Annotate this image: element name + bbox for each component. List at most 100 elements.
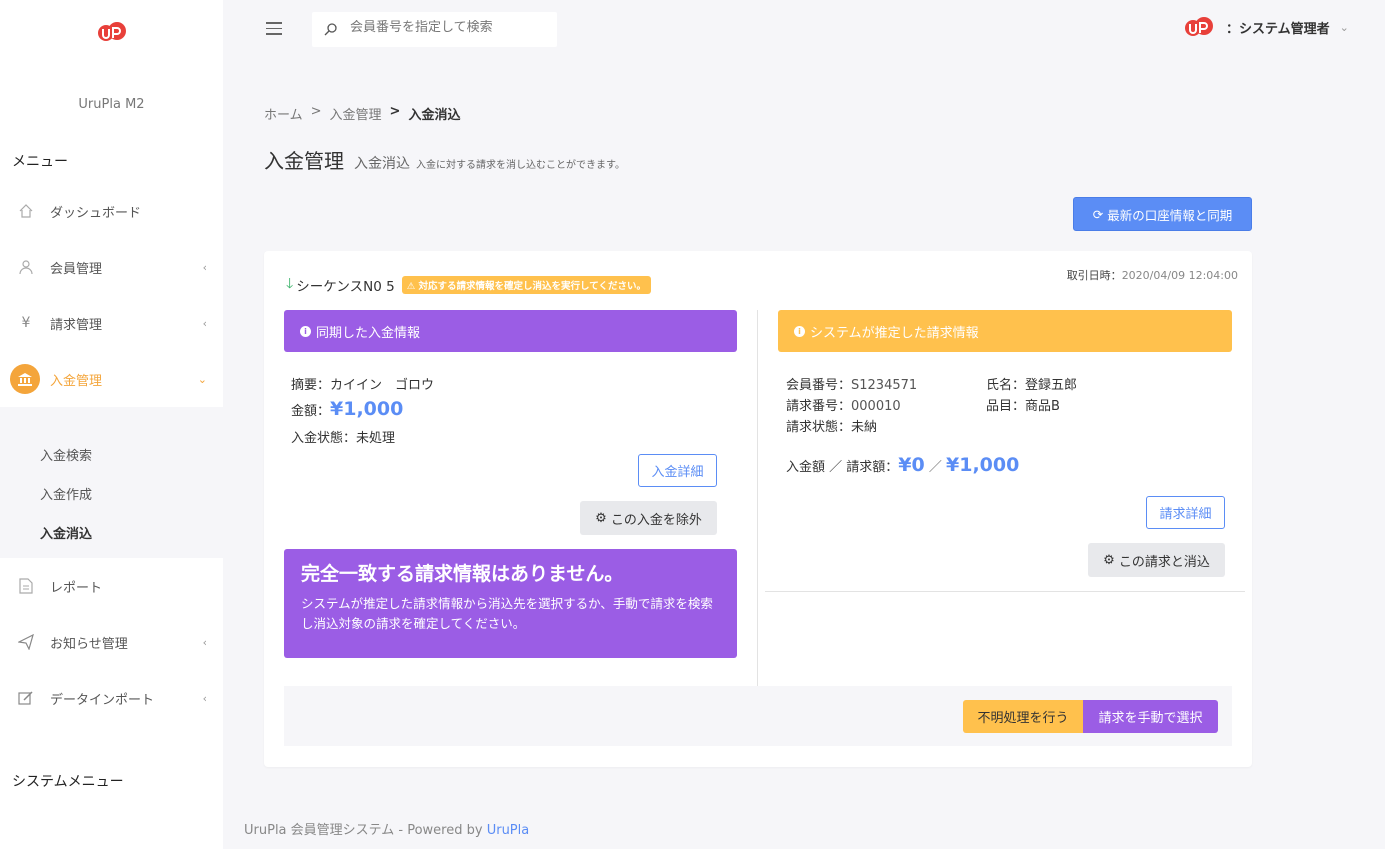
warning-icon: ⚠ [406, 281, 416, 292]
menu-header: メニュー [12, 154, 68, 170]
sync-button-label: 最新の口座情報と同期 [1107, 207, 1233, 223]
sidebar-item-label: レポート [50, 580, 103, 596]
exclude-payment-label: この入金を除外 [610, 512, 702, 528]
summary-label: 摘要： [291, 378, 331, 393]
item-label: 品目： [986, 399, 1026, 414]
alert-body: システムが推定した請求情報から消込先を選択するか、手動で請求を検索し消込対象の請… [301, 596, 713, 631]
chevron-down-icon: ⌄ [197, 372, 207, 386]
home-icon [17, 202, 35, 220]
page-description: 入金に対する請求を消し込むことができます。 [416, 160, 625, 171]
warning-text: 対応する請求情報を確定し消込を実行してください。 [418, 281, 646, 292]
sequence-number: シーケンスN0 5 [296, 279, 395, 295]
amount-value: ¥1,000 [330, 398, 404, 420]
info-icon: i [300, 325, 311, 337]
exclude-payment-button[interactable]: ⚙ この入金を除外 [580, 501, 717, 535]
name-value: 登録五郎 [1025, 378, 1078, 393]
sidebar-item-label: 会員管理 [50, 261, 103, 277]
page-title-main: 入金管理 [264, 149, 344, 173]
synced-payment-title: 同期した入金情報 [316, 325, 421, 341]
card-actions-bar: 不明処理を行う 請求を手動で選択 [284, 686, 1232, 746]
footer-link[interactable]: UruPla [487, 823, 530, 838]
alert-title: 完全一致する請求情報はありません。 [301, 563, 624, 585]
sidebar-item-label: データインポート [50, 692, 155, 708]
search-input[interactable] [350, 20, 550, 35]
estimated-invoice-title: システムが推定した請求情報 [810, 325, 979, 341]
breadcrumb-separator: > [310, 104, 322, 119]
billed-amount: ¥1,000 [946, 454, 1020, 476]
page-subtitle: 入金消込 [354, 156, 410, 172]
sync-account-button[interactable]: ⟳ 最新の口座情報と同期 [1073, 197, 1252, 231]
edit-icon [17, 689, 35, 707]
urupla-logo[interactable] [97, 20, 127, 44]
invoice-number: 請求番号：000010 [786, 395, 901, 414]
manual-select-button[interactable]: 請求を手動で選択 [1083, 700, 1218, 733]
invoice-status: 請求状態：未納 [786, 416, 877, 435]
chevron-left-icon: ‹ [202, 260, 207, 274]
brand-name: UruPla M2 [78, 97, 145, 112]
send-icon [17, 633, 35, 651]
right-panel-divider [765, 591, 1245, 592]
sidebar-item-notices[interactable]: お知らせ管理 ‹ [0, 622, 223, 662]
breadcrumb-parent[interactable]: 入金管理 [330, 104, 382, 123]
sidebar-item-billing[interactable]: ¥ 請求管理 ‹ [0, 303, 223, 343]
breadcrumb-separator: > [389, 104, 401, 119]
payment-detail-button[interactable]: 入金詳細 [638, 454, 717, 487]
sidebar: UruPla M2 メニュー ダッシュボード 会員管理 ‹ ¥ 請求管理 ‹ 入… [0, 0, 223, 849]
invoice-number-label: 請求番号： [786, 399, 852, 414]
amount-comparison: 入金額 ／ 請求額：¥0 ／ ¥1,000 [786, 454, 1019, 476]
sidebar-item-payments[interactable]: 入金管理 ⌄ [0, 359, 223, 399]
no-match-alert: 完全一致する請求情報はありません。 システムが推定した請求情報から消込先を選択す… [284, 549, 737, 658]
invoice-number-value: 000010 [851, 399, 901, 414]
sidebar-item-label: 入金管理 [50, 373, 103, 389]
submenu-item-create[interactable]: 入金作成 [40, 484, 92, 503]
hamburger-menu-icon[interactable] [266, 22, 282, 35]
sidebar-item-reports[interactable]: レポート [0, 566, 223, 606]
sidebar-item-dashboard[interactable]: ダッシュボード [0, 191, 223, 231]
reconcile-invoice-button[interactable]: ⚙ この請求と消込 [1088, 543, 1225, 577]
name-label: 氏名： [986, 378, 1026, 393]
payment-amount: 金額：¥1,000 [291, 398, 403, 420]
breadcrumb-current: 入金消込 [408, 108, 461, 123]
paid-amount: ¥0 [898, 454, 925, 476]
info-icon: i [794, 325, 805, 337]
user-icon [17, 258, 35, 276]
bank-icon [10, 364, 40, 394]
panel-divider [757, 310, 758, 730]
payment-status: 入金状態：未処理 [291, 427, 395, 446]
arrow-down-icon: 🡓 [286, 276, 294, 292]
transaction-date-value: 2020/04/09 12:04:00 [1121, 269, 1238, 282]
breadcrumb-home[interactable]: ホーム [264, 104, 303, 123]
status-label: 入金状態： [291, 431, 357, 446]
chevron-down-icon: ⌄ [1339, 20, 1349, 34]
reconcile-card: 🡓 シーケンスN0 5 ⚠ 対応する請求情報を確定し消込を実行してください。 取… [264, 251, 1252, 767]
sidebar-item-label: お知らせ管理 [50, 636, 128, 652]
submenu-item-search[interactable]: 入金検索 [40, 445, 92, 464]
member-name: 氏名：登録五郎 [986, 374, 1077, 393]
invoice-status-label: 請求状態： [786, 420, 852, 435]
amount-separator: ／ [928, 460, 942, 475]
invoice-item: 品目：商品B [986, 395, 1060, 414]
search-icon [324, 23, 337, 36]
payments-submenu: 入金検索 入金作成 入金消込 [0, 407, 223, 558]
member-number: 会員番号：S1234571 [786, 374, 917, 393]
payment-summary: 摘要：カイイン ゴロウ [291, 374, 434, 393]
user-menu[interactable]: ：システム管理者 ⌄ [1184, 14, 1349, 40]
gear-icon: ⚙ [1103, 552, 1115, 568]
sequence-label: 🡓 シーケンスN0 5 ⚠ 対応する請求情報を確定し消込を実行してください。 [286, 273, 651, 297]
page-footer: UruPla 会員管理システム - Powered by UruPla [244, 819, 529, 838]
sidebar-item-label: ダッシュボード [50, 205, 142, 221]
member-search [312, 12, 557, 47]
amount-label: 金額： [291, 404, 331, 419]
unknown-process-button[interactable]: 不明処理を行う [963, 700, 1083, 733]
member-number-value: S1234571 [851, 378, 918, 393]
breadcrumb: ホーム > 入金管理 > 入金消込 [264, 104, 460, 123]
submenu-item-reconcile[interactable]: 入金消込 [40, 523, 92, 542]
chevron-left-icon: ‹ [202, 635, 207, 649]
invoice-detail-button[interactable]: 請求詳細 [1146, 496, 1225, 529]
summary-value: カイイン ゴロウ [330, 378, 435, 393]
sidebar-item-members[interactable]: 会員管理 ‹ [0, 247, 223, 287]
gear-icon: ⚙ [595, 510, 607, 526]
sidebar-item-import[interactable]: データインポート ‹ [0, 678, 223, 718]
item-value: 商品B [1025, 399, 1060, 414]
reconcile-invoice-label: この請求と消込 [1118, 554, 1210, 570]
